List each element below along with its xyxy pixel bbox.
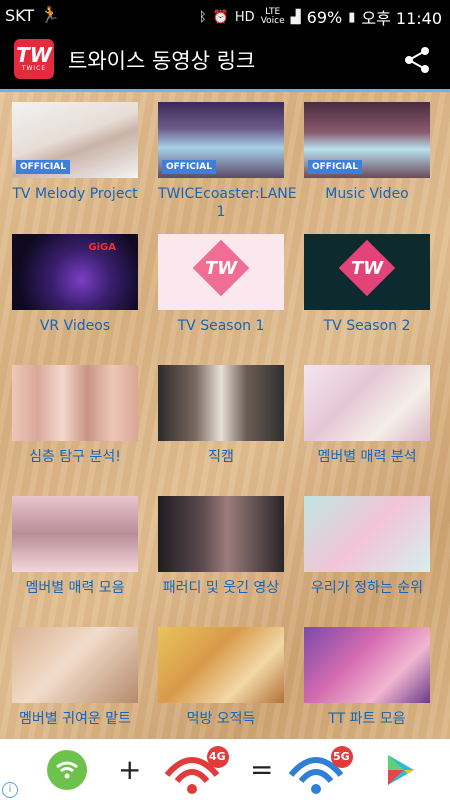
grid-item-fancam[interactable]: 직캠	[158, 365, 284, 466]
grid-item-label: 멤버별 매력 모음	[25, 580, 125, 596]
bluetooth-icon: ᛒ	[198, 9, 207, 25]
plus-sign: +	[118, 753, 142, 786]
grid-item-label: TWICEcoaster:LANE 1	[158, 186, 297, 220]
ad-info-icon[interactable]: i	[2, 782, 18, 798]
grid-item-member-charm-analysis[interactable]: 멤버별 매력 분석	[304, 365, 430, 466]
thumbnail	[304, 627, 430, 703]
official-badge: OFFICIAL	[162, 160, 216, 174]
official-badge: OFFICIAL	[308, 160, 362, 174]
lte-indicator: LTE Voice	[261, 8, 285, 26]
grid-item-tv-melody-project[interactable]: OFFICIAL TV Melody Project	[12, 102, 138, 203]
ad-banner[interactable]: + 4G = 5G i	[0, 739, 450, 800]
logo-subtext: TWICE	[21, 65, 47, 72]
thumbnail	[158, 365, 284, 441]
grid-item-label: TT 파트 모음	[328, 711, 406, 727]
grid-item-label: 멤버별 매력 분석	[317, 449, 417, 465]
grid-item-twicecoaster[interactable]: OFFICIAL TWICEcoaster:LANE 1	[158, 102, 297, 221]
battery-icon: ▮	[348, 9, 356, 25]
grid-item-our-ranking[interactable]: 우리가 정하는 순위	[304, 496, 430, 597]
grid-item-tt-parts[interactable]: TT 파트 모음	[304, 627, 430, 728]
thumbnail	[12, 627, 138, 703]
voice-label: Voice	[260, 16, 285, 26]
grid-item-label: VR Videos	[39, 318, 111, 334]
play-store-icon[interactable]	[386, 753, 416, 787]
activity-icon: 🏃	[40, 5, 60, 24]
grid-item-label: Music Video	[325, 186, 409, 202]
alarm-icon: ⏰	[212, 9, 229, 25]
accent-line	[0, 89, 450, 92]
share-icon[interactable]	[402, 45, 432, 75]
grid-item-tv-season-1[interactable]: TW TV Season 1	[158, 234, 284, 335]
grid-item-tv-season-2[interactable]: TW TV Season 2	[304, 234, 430, 335]
tv-logo-text: TW	[205, 258, 238, 279]
thumbnail: OFFICIAL	[158, 102, 284, 178]
grid-item-deep-analysis[interactable]: 심층 탐구 분석!	[12, 365, 138, 466]
carrier-label: SKT	[5, 6, 35, 25]
thumbnail	[158, 496, 284, 572]
battery-percent: 69%	[306, 7, 343, 27]
grid-item-label: TV Season 2	[323, 318, 411, 334]
grid-item-label: 먹방 오적득	[186, 711, 256, 727]
grid-item-label: 직캠	[208, 449, 234, 465]
grid-item-member-charm-collection[interactable]: 멤버별 매력 모음	[12, 496, 138, 597]
giga-label: GiGA	[88, 242, 116, 253]
grid-item-parody-funny[interactable]: 패러디 및 웃긴 영상	[158, 496, 284, 597]
tv-logo-text: TW	[351, 258, 384, 279]
grid-item-label: TV Season 1	[177, 318, 265, 334]
badge-4g-label: 4G	[209, 750, 226, 763]
twice-logo-icon: TW TWICE	[14, 39, 54, 79]
badge-5g-label: 5G	[333, 750, 350, 763]
thumbnail	[304, 365, 430, 441]
app-bar: TW TWICE 트와이스 동영상 링크	[0, 33, 450, 89]
thumbnail: OFFICIAL	[12, 102, 138, 178]
status-bar: SKT 🏃 ᛒ ⏰ HD LTE Voice ▟ 69% ▮ 오후 11:40	[0, 0, 450, 33]
grid-item-member-cute[interactable]: 멤버별 귀여운 맡트	[12, 627, 138, 728]
logo-text: TW	[16, 43, 52, 67]
grid-item-label: 심층 탐구 분석!	[29, 449, 121, 465]
grid-item-label: TV Melody Project	[12, 186, 138, 202]
hd-voice-icon: HD	[234, 9, 255, 25]
grid-item-label: 우리가 정하는 순위	[311, 580, 423, 596]
status-right: ᛒ ⏰ HD LTE Voice ▟ 69% ▮ 오후 11:40	[199, 5, 442, 29]
thumbnail	[12, 496, 138, 572]
clock: 오후 11:40	[361, 9, 442, 28]
signal-icon: ▟	[290, 9, 301, 25]
official-badge: OFFICIAL	[16, 160, 70, 174]
wifi-icon	[47, 750, 87, 790]
thumbnail: TW	[158, 234, 284, 310]
app-title: 트와이스 동영상 링크	[68, 49, 256, 73]
video-grid: OFFICIAL TV Melody Project OFFICIAL TWIC…	[0, 89, 450, 739]
grid-item-mukbang[interactable]: 먹방 오적득	[158, 627, 284, 728]
thumbnail	[158, 627, 284, 703]
grid-item-label: 패러디 및 웃긴 영상	[162, 580, 280, 596]
equals-sign: =	[250, 753, 274, 786]
grid-item-music-video[interactable]: OFFICIAL Music Video	[304, 102, 430, 203]
grid-item-label: 멤버별 귀여운 맡트	[19, 711, 131, 727]
thumbnail: GiGA	[12, 234, 138, 310]
thumbnail	[12, 365, 138, 441]
grid-item-vr-videos[interactable]: GiGA VR Videos	[12, 234, 138, 335]
thumbnail: TW	[304, 234, 430, 310]
thumbnail	[304, 496, 430, 572]
thumbnail: OFFICIAL	[304, 102, 430, 178]
